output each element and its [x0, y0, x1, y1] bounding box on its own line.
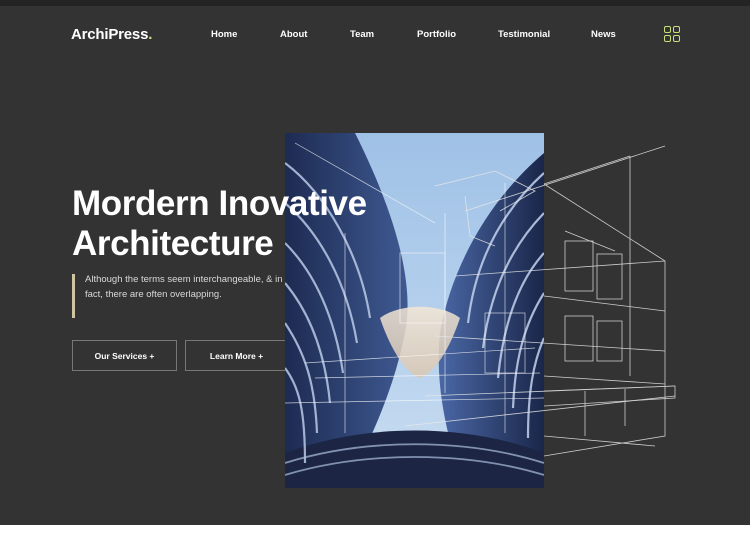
nav-about[interactable]: About	[280, 29, 307, 40]
brand-logo[interactable]: ArchiPress.	[71, 26, 152, 43]
description-accent-bar	[72, 274, 75, 318]
hero-title-line-2: Architecture	[72, 224, 274, 263]
hero-section: ArchiPress. Home About Team Portfolio Te…	[0, 6, 750, 525]
hero-description: Although the terms seem interchangeable,…	[85, 274, 283, 300]
our-services-button[interactable]: Our Services +	[72, 340, 177, 371]
hero-title-line-1: Mordern Inovative	[72, 184, 367, 223]
brand-name: ArchiPress	[71, 26, 149, 43]
nav-home[interactable]: Home	[211, 29, 237, 40]
page-bottom-area	[0, 525, 750, 559]
hero-title: Mordern Inovative Architecture	[72, 184, 367, 264]
nav-news[interactable]: News	[591, 29, 616, 40]
grid-menu-icon[interactable]	[664, 26, 681, 43]
nav-portfolio[interactable]: Portfolio	[417, 29, 456, 40]
learn-more-button[interactable]: Learn More +	[185, 340, 288, 371]
brand-dot: .	[148, 26, 153, 43]
nav-testimonial[interactable]: Testimonial	[498, 29, 550, 40]
nav-team[interactable]: Team	[350, 29, 374, 40]
